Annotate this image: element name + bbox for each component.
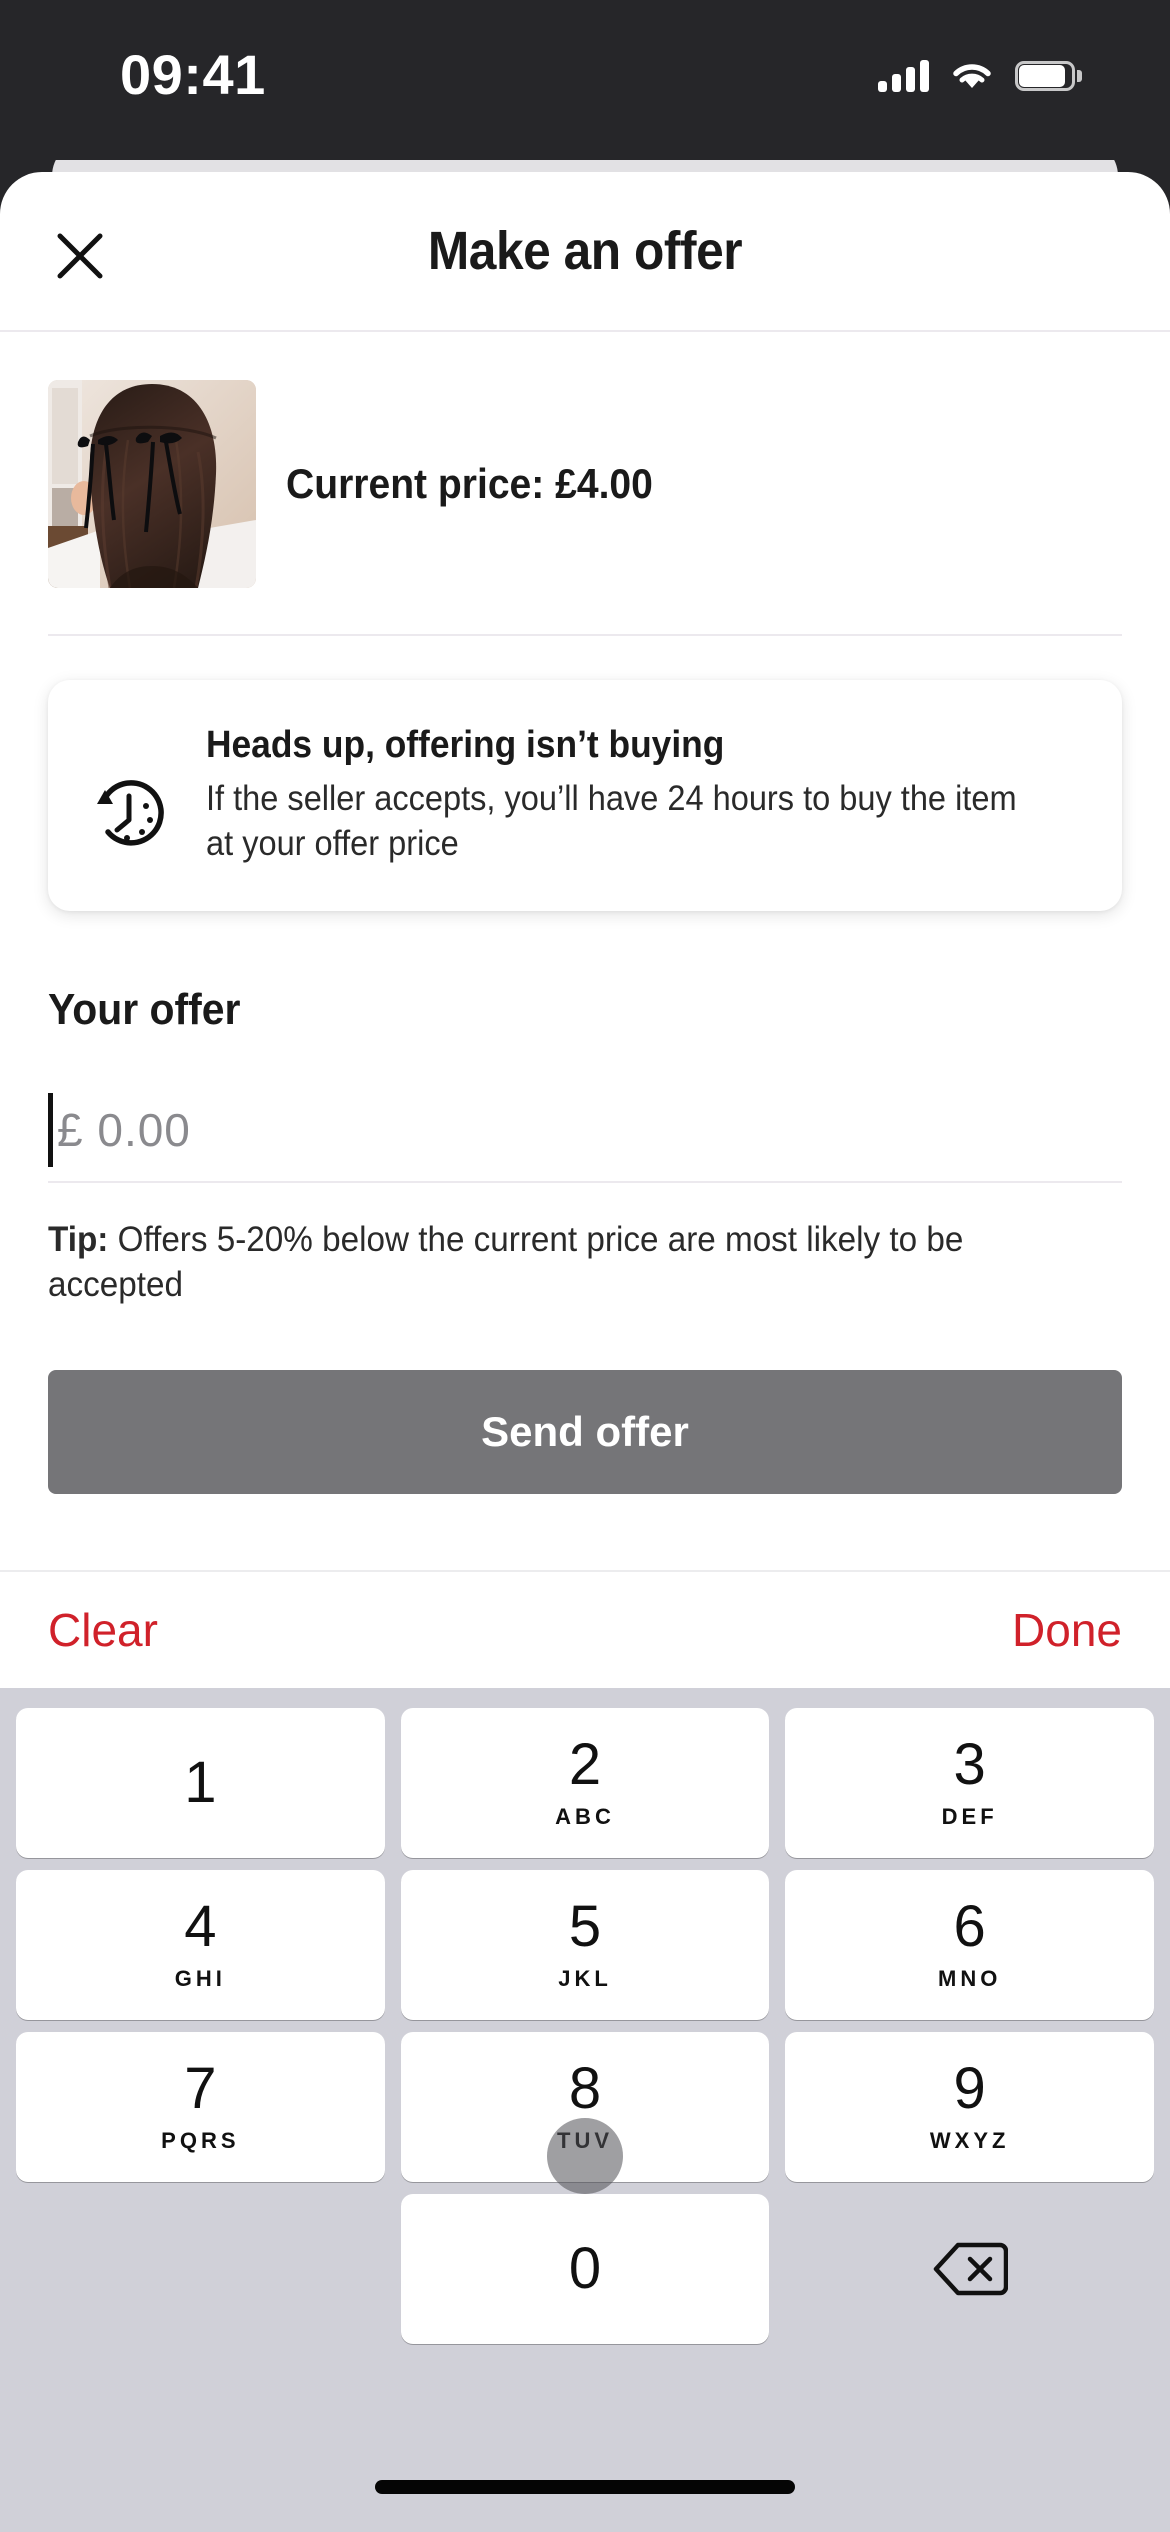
offer-tip-text: Offers 5-20% below the current price are…: [48, 1219, 964, 1305]
clock-rewind-icon: [84, 770, 174, 860]
key-blank: [16, 2194, 385, 2344]
battery-icon: [1015, 61, 1082, 91]
text-caret: [48, 1092, 53, 1167]
product-summary: Current price: £4.00: [0, 332, 1170, 588]
your-offer-label: Your offer: [48, 984, 241, 1034]
key-5-number: 5: [568, 1894, 602, 1959]
offer-tip-prefix: Tip:: [48, 1219, 109, 1259]
status-time: 09:41: [120, 43, 266, 106]
key-5[interactable]: 5 JKL: [400, 1870, 770, 2020]
done-button[interactable]: Done: [1012, 1603, 1122, 1657]
key-4-number: 4: [184, 1894, 217, 1959]
key-7-letters: PQRS: [161, 2128, 240, 2153]
offer-info-card: Heads up, offering isn’t buying If the s…: [48, 680, 1122, 911]
key-4[interactable]: 4 GHI: [16, 1870, 385, 2020]
key-9-number: 9: [953, 2056, 986, 2121]
offer-tip: Tip: Offers 5-20% below the current pric…: [48, 1217, 1068, 1308]
clear-button[interactable]: Clear: [48, 1603, 158, 1657]
offer-input-field[interactable]: £ 0.00: [48, 1079, 1122, 1183]
key-8-letters: TUV: [557, 2128, 613, 2153]
key-9-letters: WXYZ: [929, 2128, 1010, 2153]
keypad-row: 7 PQRS 8 TUV 9 WXYZ: [8, 2026, 1162, 2188]
key-2-number: 2: [568, 1732, 602, 1797]
key-1-number: 1: [184, 1750, 217, 1815]
cellular-signal-icon: [878, 60, 929, 92]
home-indicator-area: [0, 2400, 1170, 2532]
keypad-row: 1 2 ABC 3 DEF: [8, 1702, 1162, 1864]
key-4-letters: GHI: [174, 1966, 226, 1991]
page-title: Make an offer: [427, 221, 743, 281]
numeric-keypad: 1 2 ABC 3 DEF 4 GHI 5 JKL 6 MNO 7 PQRS 8…: [0, 1688, 1170, 2400]
key-7[interactable]: 7 PQRS: [16, 2032, 385, 2182]
keypad-row: 4 GHI 5 JKL 6 MNO: [8, 1864, 1162, 2026]
make-offer-sheet: Make an offer Current price: £4.00 Heads…: [0, 172, 1170, 2532]
section-divider: [48, 634, 1122, 636]
key-6-number: 6: [953, 1894, 986, 1959]
key-8-number: 8: [568, 2056, 602, 2121]
key-6-letters: MNO: [938, 1966, 1002, 1991]
sheet-header: Make an offer: [0, 172, 1170, 332]
key-3-number: 3: [953, 1732, 986, 1797]
key-3[interactable]: 3 DEF: [785, 1708, 1155, 1858]
phone-screen: 09:41 Make an offer Current price: £4.00…: [0, 0, 1170, 2532]
backspace-key[interactable]: [785, 2194, 1154, 2344]
home-indicator[interactable]: [375, 2480, 795, 2494]
offer-input-placeholder: £ 0.00: [57, 1103, 191, 1156]
key-2-letters: ABC: [555, 1804, 615, 1829]
keypad-row: 0: [8, 2188, 1162, 2350]
wifi-icon: [951, 60, 993, 92]
product-image: [48, 380, 256, 588]
product-thumbnail[interactable]: [48, 380, 256, 588]
key-2[interactable]: 2 ABC: [400, 1708, 770, 1858]
key-3-letters: DEF: [941, 1804, 998, 1829]
backspace-icon: [933, 2242, 1008, 2296]
keyboard-accessory-bar: Clear Done: [0, 1570, 1170, 1688]
key-7-number: 7: [184, 2056, 217, 2121]
offer-info-title: Heads up, offering isn’t buying: [206, 724, 725, 766]
keyboard: Clear Done 1 2 ABC 3 DEF 4 GHI 5 JKL 6 M…: [0, 1570, 1170, 2532]
send-offer-button[interactable]: Send offer: [48, 1369, 1122, 1494]
key-0-number: 0: [568, 2236, 602, 2301]
key-8[interactable]: 8 TUV: [400, 2032, 770, 2182]
key-9[interactable]: 9 WXYZ: [785, 2032, 1155, 2182]
key-5-letters: JKL: [558, 1966, 612, 1991]
offer-info-text: Heads up, offering isn’t buying If the s…: [206, 724, 1082, 867]
current-price-label: Current price: £4.00: [286, 460, 653, 507]
key-0[interactable]: 0: [400, 2194, 770, 2344]
status-bar: 09:41: [0, 0, 1170, 160]
offer-info-body: If the seller accepts, you’ll have 24 ho…: [206, 779, 1017, 863]
key-6[interactable]: 6 MNO: [785, 1870, 1155, 2020]
key-1[interactable]: 1: [16, 1708, 385, 1858]
status-indicators: [878, 52, 1082, 100]
